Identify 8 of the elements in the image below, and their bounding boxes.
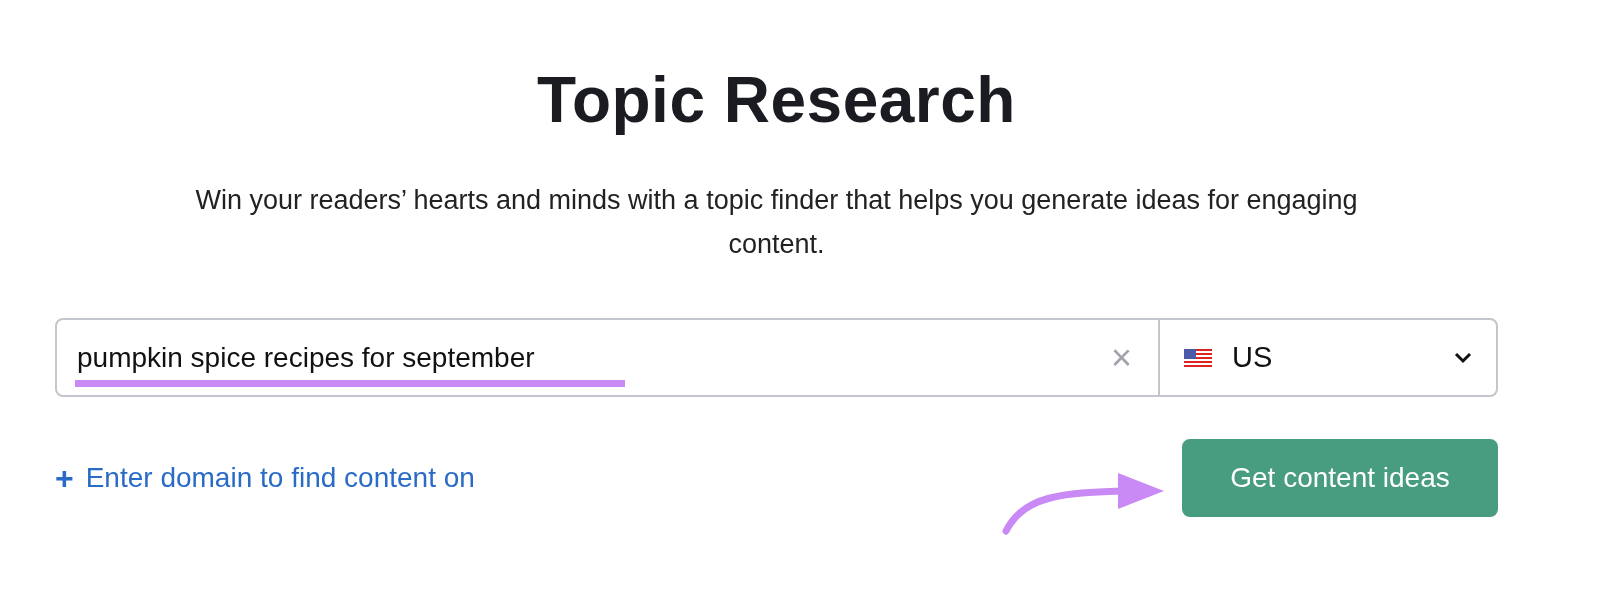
add-domain-link[interactable]: + Enter domain to find content on bbox=[55, 459, 475, 497]
get-content-ideas-button[interactable]: Get content ideas bbox=[1182, 439, 1498, 517]
country-select[interactable]: US bbox=[1158, 320, 1496, 395]
page-title: Topic Research bbox=[536, 63, 1017, 138]
chevron-down-icon bbox=[1454, 351, 1472, 364]
flag-icon bbox=[1184, 348, 1212, 367]
page-description: Win your readers’ hearts and minds with a topic finder that helps you generate ideas for engaging content. bbox=[194, 184, 1359, 261]
search-field[interactable]: pumpkin spice recipes for september bbox=[77, 341, 535, 374]
